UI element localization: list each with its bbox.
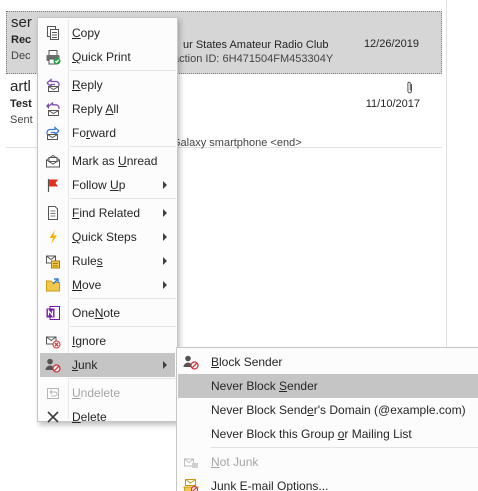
menu-item-label: Undelete [72, 386, 121, 400]
message-preview-tail: Galaxy smartphone <end> [172, 137, 302, 149]
delete-icon [47, 411, 59, 423]
menu-item-never-block-domain[interactable]: Never Block Sender's Domain (@example.co… [178, 398, 478, 422]
undelete-icon [47, 388, 59, 399]
message-preview: Sent [10, 114, 33, 126]
submenu-arrow-icon [163, 281, 167, 289]
menu-item-copy[interactable]: Copy [40, 21, 175, 45]
menu-item-label: Junk E-mail Options... [211, 479, 329, 491]
move-icon [46, 278, 60, 292]
block-sender-icon [183, 355, 199, 370]
menu-item-label: Delete [72, 410, 107, 424]
menu-item-label: Never Block this Group or Mailing List [211, 427, 412, 441]
menu-item-label: Quick Print [72, 50, 131, 64]
not-junk-icon [184, 458, 198, 468]
menu-item-find-related[interactable]: Find Related [40, 201, 175, 225]
menu-item-label: Forward [72, 126, 117, 140]
lightning-icon [49, 230, 57, 244]
menu-separator [210, 447, 478, 448]
message-subject-tail: ur States Amateur Radio Club [183, 39, 329, 51]
submenu-arrow-icon [163, 361, 167, 369]
quick-print-icon [46, 50, 61, 65]
menu-separator [70, 298, 176, 299]
menu-item-label: Block Sender [211, 355, 283, 369]
message-subject: Rec [11, 34, 32, 46]
copy-icon [47, 26, 59, 40]
menu-item-reply-all[interactable]: Reply All [40, 97, 175, 121]
menu-item-delete[interactable]: Delete [40, 405, 175, 429]
junk-options-icon [183, 479, 199, 491]
menu-separator [70, 326, 176, 327]
menu-item-label: Rules [72, 254, 103, 268]
menu-item-label: Never Block Sender [211, 379, 318, 393]
menu-item-follow-up[interactable]: Follow Up [40, 173, 175, 197]
menu-item-label: Move [72, 278, 102, 292]
menu-item-label: Find Related [72, 206, 141, 220]
menu-item-label: Not Junk [211, 455, 259, 469]
menu-item-ignore[interactable]: Ignore [40, 329, 175, 353]
context-menu: Copy Quick Print Reply Reply All Forward… [37, 17, 178, 424]
find-related-icon [48, 206, 58, 220]
message-sender: ser [11, 14, 32, 31]
onenote-icon [46, 306, 60, 320]
menu-separator [70, 378, 176, 379]
menu-item-onenote[interactable]: OneNote [40, 301, 175, 325]
message-subject: Test [10, 98, 32, 110]
menu-item-rules[interactable]: Rules [40, 249, 175, 273]
menu-item-label: Quick Steps [72, 230, 137, 244]
menu-item-label: Ignore [72, 334, 107, 348]
menu-item-label: Reply All [72, 102, 119, 116]
message-date: 11/10/2017 [365, 98, 420, 110]
menu-item-label: Mark as Unread [72, 154, 158, 168]
message-preview-tail: action ID: 6H471504FM453304Y [173, 53, 334, 65]
menu-item-never-block-sender[interactable]: Never Block Sender [178, 374, 478, 398]
menu-item-junk-email-options[interactable]: Junk E-mail Options... [178, 474, 478, 491]
message-preview: Dec [11, 50, 31, 62]
ignore-icon [46, 336, 61, 349]
message-sender: artl [10, 78, 31, 95]
submenu-arrow-icon [163, 181, 167, 189]
menu-item-label: Junk [72, 358, 98, 372]
submenu-arrow-icon [163, 257, 167, 265]
menu-separator [70, 198, 176, 199]
menu-item-undelete[interactable]: Undelete [40, 381, 175, 405]
menu-item-mark-as-unread[interactable]: Mark as Unread [40, 149, 175, 173]
menu-item-label: Never Block Sender's Domain (@example.co… [211, 403, 466, 417]
menu-item-quick-print[interactable]: Quick Print [40, 45, 175, 69]
rules-icon [46, 255, 60, 269]
menu-item-label: Copy [72, 26, 101, 40]
menu-item-quick-steps[interactable]: Quick Steps [40, 225, 175, 249]
menu-item-label: Follow Up [72, 178, 126, 192]
forward-icon [46, 126, 60, 140]
menu-item-forward[interactable]: Forward [40, 121, 175, 145]
menu-item-reply[interactable]: Reply [40, 73, 175, 97]
menu-item-label: Reply [72, 78, 103, 92]
menu-item-not-junk[interactable]: Not Junk [178, 450, 478, 474]
menu-separator [70, 70, 176, 71]
junk-icon [45, 358, 61, 373]
reply-all-icon [46, 101, 60, 116]
menu-item-junk[interactable]: Junk [40, 353, 175, 377]
menu-separator [70, 146, 176, 147]
mark-unread-icon [46, 154, 60, 168]
submenu-arrow-icon [163, 233, 167, 241]
junk-submenu: Block Sender Never Block Sender Never Bl… [176, 347, 478, 491]
paperclip-icon [407, 81, 412, 94]
reply-icon [46, 78, 60, 92]
menu-item-block-sender[interactable]: Block Sender [178, 350, 478, 374]
flag-icon [47, 179, 58, 192]
menu-item-label: OneNote [72, 306, 121, 320]
message-date: 12/26/2019 [363, 38, 419, 50]
menu-item-never-block-group[interactable]: Never Block this Group or Mailing List [178, 422, 478, 446]
submenu-arrow-icon [163, 209, 167, 217]
menu-item-move[interactable]: Move [40, 273, 175, 297]
